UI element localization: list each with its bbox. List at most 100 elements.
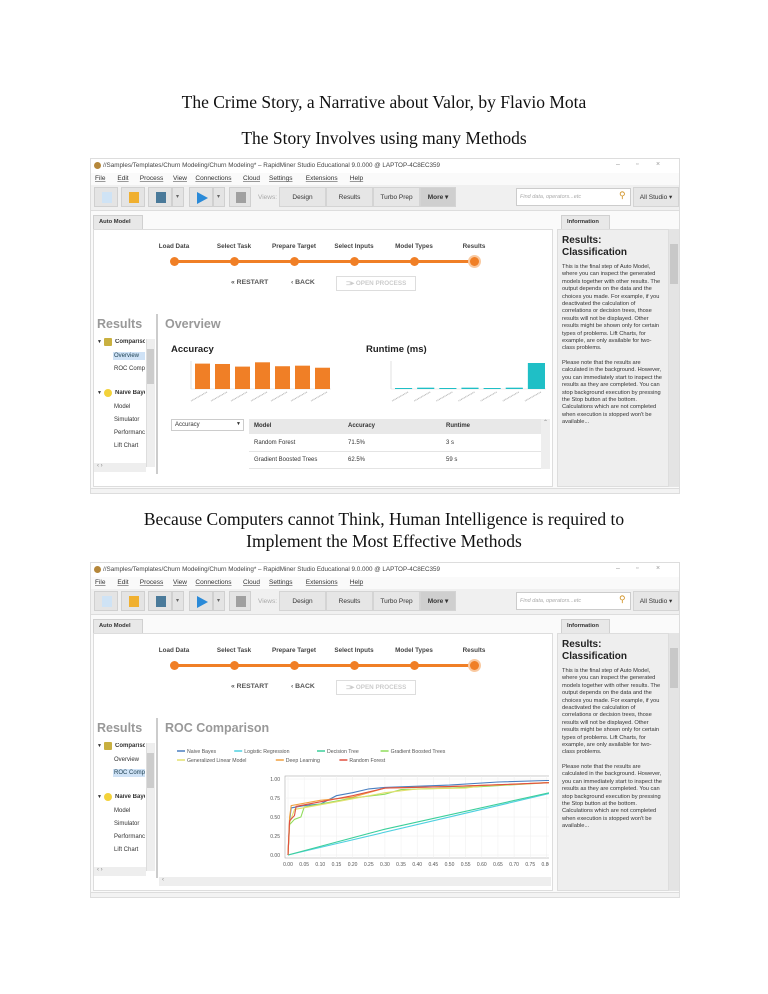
view-tab-design[interactable]: Design (279, 187, 326, 207)
tab-information[interactable]: Information (561, 619, 610, 634)
step-dot[interactable] (290, 661, 299, 670)
metric-select[interactable]: Accuracy (171, 419, 244, 431)
open-button[interactable] (121, 591, 145, 611)
step-dot[interactable] (410, 661, 419, 670)
save-dropdown[interactable]: ▾ (172, 591, 184, 611)
tree-horizontal-scrollbar[interactable]: ‹ › (94, 463, 146, 472)
close-button[interactable]: × (656, 565, 660, 572)
stop-button[interactable] (229, 591, 251, 611)
back-button[interactable]: ‹ BACK (291, 683, 315, 690)
tree-item-lift-chart[interactable]: Lift Chart (113, 442, 145, 450)
tree-item-model[interactable]: Model (113, 807, 145, 815)
step-dot[interactable] (350, 257, 359, 266)
search-input[interactable]: Find data, operators...etc (516, 188, 631, 206)
menu-process[interactable]: Process (140, 175, 163, 182)
tree-item-simulator[interactable]: Simulator (113, 820, 145, 828)
run-dropdown[interactable]: ▾ (213, 187, 225, 207)
menu-help[interactable]: Help (350, 175, 363, 182)
save-dropdown[interactable]: ▾ (172, 187, 184, 207)
new-process-button[interactable] (94, 187, 118, 207)
minimize-button[interactable]: – (616, 161, 620, 168)
view-tab-more-[interactable]: More ▾ (420, 591, 456, 611)
tree-scroll-thumb[interactable] (147, 753, 154, 788)
tree-item-overview[interactable]: Overview (113, 352, 145, 360)
menu-settings[interactable]: Settings (269, 175, 293, 182)
step-dot[interactable] (470, 257, 479, 266)
step-dot[interactable] (410, 257, 419, 266)
view-tab-results[interactable]: Results (326, 591, 373, 611)
maximize-button[interactable]: ▫ (636, 565, 638, 572)
tree-group-naive-bayes[interactable]: Naive Bayes (115, 794, 145, 800)
tree-group-comparison[interactable]: Comparison (115, 339, 145, 345)
tab-information[interactable]: Information (561, 215, 610, 230)
tree-item-overview[interactable]: Overview (113, 756, 145, 764)
scope-dropdown[interactable]: All Studio ▾ (633, 187, 679, 207)
step-dot[interactable] (350, 661, 359, 670)
step-dot[interactable] (230, 661, 239, 670)
search-input[interactable]: Find data, operators...etc (516, 592, 631, 610)
column-header-model[interactable]: Model (254, 423, 271, 429)
menu-help[interactable]: Help (350, 579, 363, 586)
tree-item-lift-chart[interactable]: Lift Chart (113, 846, 145, 854)
menu-edit[interactable]: Edit (117, 579, 128, 586)
tree-item-roc-comp[interactable]: ROC Comp (113, 769, 145, 777)
view-tab-design[interactable]: Design (279, 591, 326, 611)
menu-process[interactable]: Process (140, 579, 163, 586)
column-header-accuracy[interactable]: Accuracy (348, 423, 375, 429)
step-dot[interactable] (290, 257, 299, 266)
maximize-button[interactable]: ▫ (636, 161, 638, 168)
view-tab-more-[interactable]: More ▾ (420, 187, 456, 207)
view-tab-turbo-prep[interactable]: Turbo Prep (373, 187, 420, 207)
stop-button[interactable] (229, 187, 251, 207)
expand-arrow-icon[interactable]: ▼ (97, 743, 102, 749)
tab-auto-model[interactable]: Auto Model (93, 619, 143, 634)
run-dropdown[interactable]: ▾ (213, 591, 225, 611)
tree-item-model[interactable]: Model (113, 403, 145, 411)
step-dot[interactable] (170, 661, 179, 670)
tree-item-performance[interactable]: Performance (113, 429, 145, 437)
tree-horizontal-scrollbar[interactable]: ‹ › (94, 867, 146, 876)
tree-scroll-thumb[interactable] (147, 349, 154, 384)
save-button[interactable] (148, 591, 172, 611)
tree-item-performance[interactable]: Performance (113, 833, 145, 841)
tree-item-roc-comp[interactable]: ROC Comp (113, 365, 145, 373)
view-tab-turbo-prep[interactable]: Turbo Prep (373, 591, 420, 611)
menu-extensions[interactable]: Extensions (306, 175, 338, 182)
expand-arrow-icon[interactable]: ▼ (97, 339, 102, 345)
column-header-runtime[interactable]: Runtime (446, 423, 470, 429)
view-tab-results[interactable]: Results (326, 187, 373, 207)
close-button[interactable]: × (656, 161, 660, 168)
tree-group-comparison[interactable]: Comparison (115, 743, 145, 749)
run-button[interactable] (189, 591, 213, 611)
tab-auto-model[interactable]: Auto Model (93, 215, 143, 230)
menu-file[interactable]: File (95, 579, 105, 586)
tree-item-simulator[interactable]: Simulator (113, 416, 145, 424)
menu-cloud[interactable]: Cloud (243, 579, 260, 586)
menu-view[interactable]: View (173, 175, 187, 182)
step-dot[interactable] (170, 257, 179, 266)
restart-button[interactable]: « RESTART (231, 279, 268, 286)
menu-cloud[interactable]: Cloud (243, 175, 260, 182)
menu-settings[interactable]: Settings (269, 579, 293, 586)
step-dot[interactable] (470, 661, 479, 670)
menu-file[interactable]: File (95, 175, 105, 182)
table-scrollbar[interactable]: ⌃ (541, 419, 550, 469)
step-dot[interactable] (230, 257, 239, 266)
scope-dropdown[interactable]: All Studio ▾ (633, 591, 679, 611)
info-scroll-thumb[interactable] (670, 648, 678, 688)
expand-arrow-icon[interactable]: ▼ (97, 390, 102, 396)
chart-horizontal-scrollbar[interactable]: ‹ (159, 877, 551, 886)
save-button[interactable] (148, 187, 172, 207)
menu-view[interactable]: View (173, 579, 187, 586)
tree-group-naive-bayes[interactable]: Naive Bayes (115, 390, 145, 396)
expand-arrow-icon[interactable]: ▼ (97, 794, 102, 800)
restart-button[interactable]: « RESTART (231, 683, 268, 690)
run-button[interactable] (189, 187, 213, 207)
open-button[interactable] (121, 187, 145, 207)
back-button[interactable]: ‹ BACK (291, 279, 315, 286)
minimize-button[interactable]: – (616, 565, 620, 572)
menu-connections[interactable]: Connections (195, 175, 231, 182)
info-scroll-thumb[interactable] (670, 244, 678, 284)
new-process-button[interactable] (94, 591, 118, 611)
menu-extensions[interactable]: Extensions (306, 579, 338, 586)
